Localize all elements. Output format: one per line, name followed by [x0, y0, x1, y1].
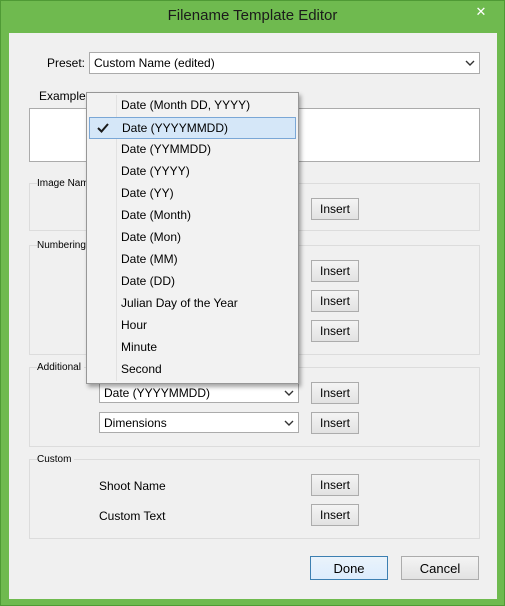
dropdown-menu-item-label: Date (Mon) — [121, 230, 182, 244]
dropdown-menu-item-label: Second — [121, 362, 162, 376]
window-title: Filename Template Editor — [167, 7, 338, 24]
dropdown-menu-item[interactable]: Hour — [89, 315, 296, 337]
checkmark-icon — [97, 123, 109, 133]
dropdown-menu-item[interactable]: Date (Month DD, YYYY) — [89, 95, 296, 117]
numbering-insert-button-1[interactable]: Insert — [311, 260, 359, 282]
dropdown-menu-item-label: Hour — [121, 318, 148, 332]
custom-text-insert-button[interactable]: Insert — [311, 504, 359, 526]
dropdown-menu-item-label: Date (YYYYMMDD) — [122, 121, 229, 135]
chevron-down-icon — [465, 60, 475, 66]
close-icon: ✕ — [475, 4, 487, 19]
custom-group — [29, 459, 480, 539]
dropdown-menu-item-label: Date (MM) — [121, 252, 178, 266]
additional-insert-button-1[interactable]: Insert — [311, 382, 359, 404]
dropdown-menu-item[interactable]: Julian Day of the Year — [89, 293, 296, 315]
numbering-group-label: Numbering — [37, 240, 89, 251]
dropdown-menu-item[interactable]: Date (MM) — [89, 249, 296, 271]
dropdown-menu-item[interactable]: Date (YYYYMMDD) — [89, 117, 296, 139]
image-name-insert-button[interactable]: Insert — [311, 198, 359, 220]
preset-dropdown[interactable]: Custom Name (edited) — [89, 52, 480, 74]
dropdown-menu-item[interactable]: Second — [89, 359, 296, 381]
custom-text-label: Custom Text — [99, 509, 166, 523]
dropdown-menu-item-label: Minute — [121, 340, 158, 354]
chevron-down-icon — [284, 420, 294, 426]
dropdown-menu-item-label: Date (YY) — [121, 186, 174, 200]
shoot-name-label: Shoot Name — [99, 479, 166, 493]
done-button[interactable]: Done — [310, 556, 388, 580]
additional-insert-button-2[interactable]: Insert — [311, 412, 359, 434]
dropdown-menu-item[interactable]: Date (DD) — [89, 271, 296, 293]
date-format-dropdown-menu: Date (Month DD, YYYY) Date (YYYYMMDD) Date… — [86, 92, 299, 384]
chevron-down-icon — [284, 390, 294, 396]
additional-dimensions-value: Dimensions — [104, 416, 167, 430]
example-label: Example: — [39, 89, 90, 103]
title-bar[interactable]: Filename Template Editor ✕ — [1, 1, 504, 33]
dropdown-menu-item-label: Date (Month DD, YYYY) — [121, 98, 251, 112]
dropdown-menu-item[interactable]: Date (YY) — [89, 183, 296, 205]
dropdown-menu-item-label: Julian Day of the Year — [121, 296, 238, 310]
additional-group-label: Additional — [37, 362, 84, 373]
shoot-name-insert-button[interactable]: Insert — [311, 474, 359, 496]
dropdown-menu-item[interactable]: Date (YYYY) — [89, 161, 296, 183]
cancel-button[interactable]: Cancel — [401, 556, 479, 580]
dropdown-menu-item-label: Date (YYMMDD) — [121, 142, 212, 156]
dropdown-menu-item[interactable]: Date (Month) — [89, 205, 296, 227]
close-button[interactable]: ✕ — [468, 2, 494, 22]
custom-group-label: Custom — [37, 454, 75, 465]
dropdown-menu-item[interactable]: Minute — [89, 337, 296, 359]
image-name-group-label: Image Nam — [37, 178, 92, 189]
dropdown-menu-item[interactable]: Date (Mon) — [89, 227, 296, 249]
preset-label: Preset: — [47, 56, 86, 70]
numbering-insert-button-3[interactable]: Insert — [311, 320, 359, 342]
dropdown-menu-item-label: Date (DD) — [121, 274, 176, 288]
dropdown-menu-item-label: Date (Month) — [121, 208, 192, 222]
dialog-client-area: Preset: Custom Name (edited) Example: Im… — [9, 33, 497, 599]
preset-value: Custom Name (edited) — [94, 56, 215, 70]
numbering-insert-button-2[interactable]: Insert — [311, 290, 359, 312]
additional-date-value: Date (YYYYMMDD) — [104, 386, 211, 400]
additional-dimensions-dropdown[interactable]: Dimensions — [99, 412, 299, 433]
dropdown-menu-item[interactable]: Date (YYMMDD) — [89, 139, 296, 161]
additional-date-dropdown[interactable]: Date (YYYYMMDD) — [99, 382, 299, 403]
dialog-window: Filename Template Editor ✕ Preset: Custo… — [0, 0, 505, 606]
dropdown-menu-item-label: Date (YYYY) — [121, 164, 190, 178]
